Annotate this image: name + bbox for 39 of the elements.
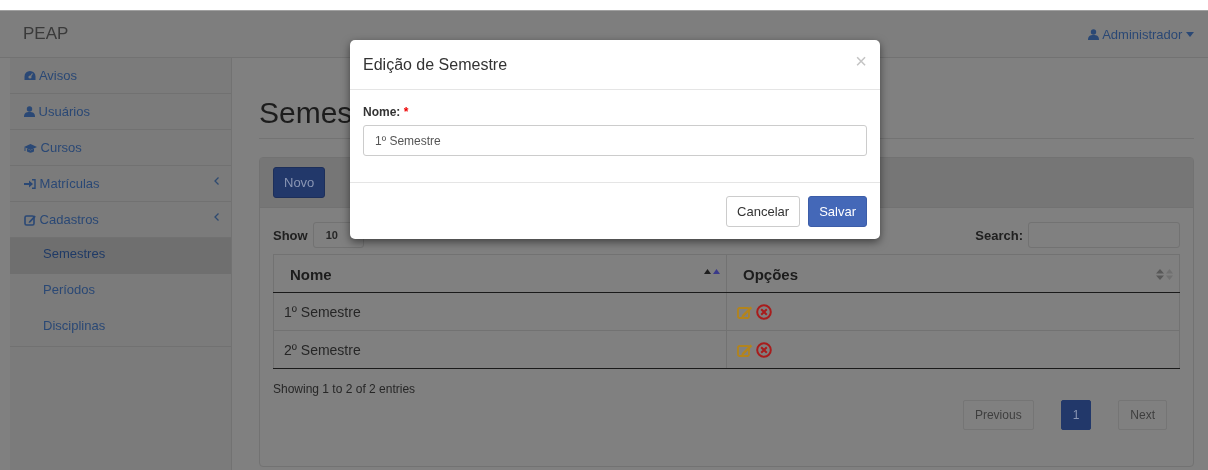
- column-header[interactable]: Nome: [273, 254, 727, 293]
- caret-down-icon: [1186, 31, 1194, 37]
- sign-in-icon: [24, 178, 36, 189]
- sidebar-item[interactable]: Usuários: [10, 94, 231, 130]
- user-icon: [24, 106, 35, 117]
- submenu-item[interactable]: Períodos: [10, 274, 231, 310]
- dialog-title: Edição de Semestre: [363, 55, 508, 74]
- delete-icon: [756, 342, 772, 359]
- user-menu[interactable]: Administrador: [1088, 26, 1194, 42]
- search-label: Search:: [975, 227, 1023, 243]
- submenu-item[interactable]: Disciplinas: [10, 310, 231, 346]
- sidebar-item[interactable]: Cursos: [10, 130, 231, 166]
- new-button[interactable]: Novo: [273, 167, 326, 198]
- user-icon: [1088, 28, 1100, 40]
- dashboard-icon: [24, 70, 36, 81]
- edit-icon: [737, 343, 753, 358]
- show-label: Show: [273, 227, 308, 243]
- delete-icon: [756, 304, 772, 321]
- table-cell: 2º Semestre: [273, 330, 727, 369]
- field-label: Nome:: [363, 105, 401, 119]
- submenu-item[interactable]: Semestres: [10, 238, 231, 274]
- save-button[interactable]: Salvar: [808, 196, 867, 227]
- sidebar-item[interactable]: Matrículas: [10, 166, 231, 202]
- required-mark: *: [403, 105, 409, 119]
- close-button[interactable]: ×: [855, 50, 867, 73]
- chevron-left-icon: [214, 176, 219, 185]
- page-title: Semes: [259, 95, 353, 131]
- page-link[interactable]: 1: [1060, 400, 1092, 430]
- cancel-button[interactable]: Cancelar: [726, 196, 801, 227]
- edit-icon: [24, 213, 36, 226]
- graduation-cap-icon: [24, 142, 37, 153]
- edit-icon: [737, 305, 753, 320]
- table-cell: 1º Semestre: [273, 292, 727, 331]
- column-header[interactable]: Opções: [726, 254, 1180, 293]
- table-info: Showing 1 to 2 of 2 entries: [273, 382, 417, 396]
- chevron-left-icon: [214, 212, 219, 221]
- brand-name[interactable]: PEAP: [10, 24, 69, 44]
- name-field[interactable]: 1º Semestre: [363, 125, 867, 156]
- sidebar-item[interactable]: Avisos: [10, 58, 231, 94]
